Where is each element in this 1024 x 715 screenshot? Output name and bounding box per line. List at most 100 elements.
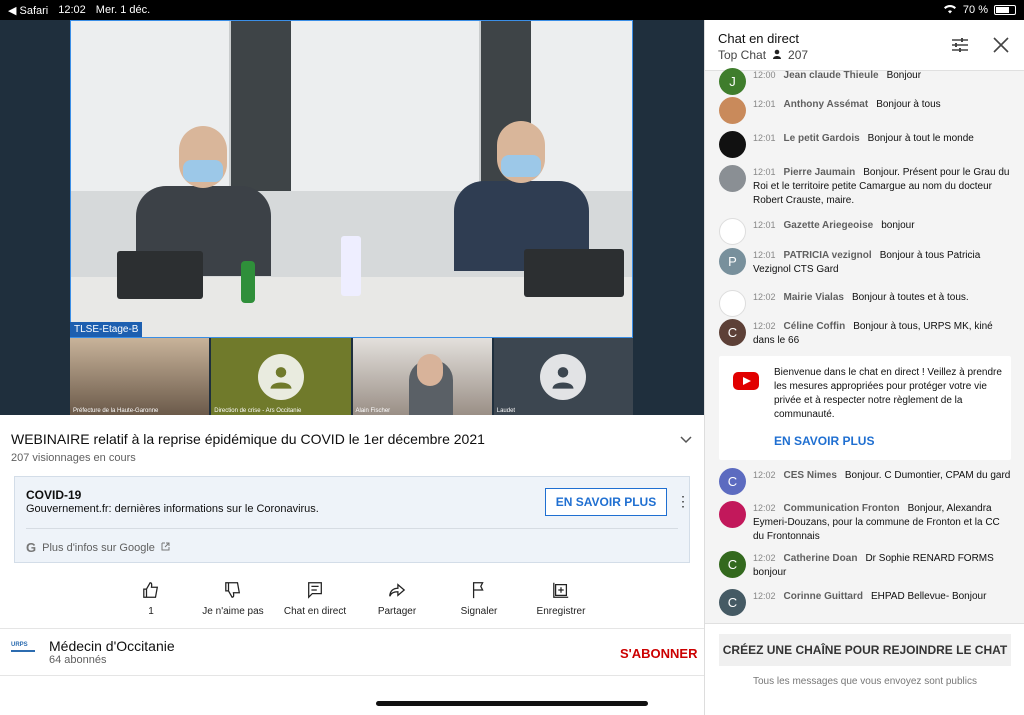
message-author[interactable]: PATRICIA vezignol bbox=[784, 250, 872, 261]
message-text: Bonjour bbox=[886, 70, 922, 81]
message-author[interactable]: Pierre Jaumain bbox=[784, 167, 856, 178]
message-body: 12:02 Céline Coffin Bonjour à tous, URPS M… bbox=[753, 319, 1013, 348]
person-icon bbox=[772, 48, 782, 62]
chat-message[interactable]: C 12:02 Catherine Doan Dr Sophie RENARD FOR… bbox=[719, 551, 1013, 580]
like-count: 1 bbox=[148, 606, 154, 617]
like-button[interactable]: 1 bbox=[110, 581, 192, 617]
message-author[interactable]: Corinne Guittard bbox=[784, 591, 863, 602]
channel-name[interactable]: Médecin d'Occitanie bbox=[49, 638, 175, 654]
message-body: 12:02 Mairie Vialas Bonjour à toutes et à … bbox=[753, 290, 969, 317]
dislike-button[interactable]: Je n'aime pas bbox=[192, 581, 274, 617]
thumb-down-icon bbox=[225, 582, 241, 598]
channel-logo-text: URPS bbox=[11, 642, 28, 648]
notice-learn-more-link[interactable]: EN SAVOIR PLUS bbox=[774, 434, 874, 448]
message-body: 12:01 PATRICIA vezignol Bonjour à tous Pat… bbox=[753, 248, 1013, 277]
message-time: 12:01 bbox=[753, 250, 776, 260]
message-author[interactable]: Céline Coffin bbox=[784, 321, 846, 332]
message-author[interactable]: Jean claude Thieule bbox=[784, 70, 879, 81]
message-author[interactable]: Communication Fronton bbox=[784, 503, 900, 514]
public-messages-note: Tous les messages que vous envoyez sont … bbox=[752, 676, 977, 687]
chat-message[interactable]: P 12:01 PATRICIA vezignol Bonjour à tous Pa… bbox=[719, 248, 1013, 277]
message-author[interactable]: Mairie Vialas bbox=[784, 292, 844, 303]
participant-thumbnail[interactable]: Alain Fischer bbox=[352, 338, 492, 415]
chat-message[interactable]: 12:01 Le petit Gardois Bonjour à tout le m… bbox=[719, 131, 1013, 158]
chat-message[interactable]: 12:01 Gazette Ariegeoise bonjour bbox=[719, 218, 1013, 245]
subscribe-button[interactable]: S'ABONNER bbox=[620, 646, 698, 661]
external-link-icon bbox=[161, 542, 170, 554]
video-player[interactable]: TLSE-Etage-B Préfecture de la Haute-Garo… bbox=[0, 20, 704, 415]
participant-name: Préfecture de la Haute-Garonne bbox=[73, 408, 159, 414]
live-chat-label: Chat en direct bbox=[283, 606, 347, 617]
chat-message[interactable]: C 12:02 CES Nimes Bonjour. C Dumontier, CPA… bbox=[719, 468, 1013, 495]
participant-name: Laudet bbox=[496, 408, 516, 414]
google-icon: G bbox=[26, 540, 37, 555]
author-avatar[interactable]: C bbox=[719, 319, 746, 346]
author-avatar[interactable]: C bbox=[719, 551, 746, 578]
author-avatar[interactable] bbox=[719, 97, 746, 124]
save-button[interactable]: Enregistrer bbox=[520, 581, 602, 617]
battery-percent: 70 % bbox=[962, 4, 988, 16]
google-info-link[interactable]: G Plus d'infos sur Google bbox=[26, 540, 170, 555]
message-time: 12:02 bbox=[753, 503, 776, 513]
message-time: 12:00 bbox=[753, 70, 776, 80]
message-body: 12:01 Pierre Jaumain Bonjour. Présent pour… bbox=[753, 165, 1013, 208]
message-body: 12:01 Gazette Ariegeoise bonjour bbox=[753, 218, 915, 245]
message-author[interactable]: CES Nimes bbox=[784, 470, 837, 481]
chat-title: Chat en direct bbox=[718, 31, 799, 46]
message-time: 12:01 bbox=[753, 220, 776, 230]
home-indicator[interactable] bbox=[376, 701, 648, 706]
main-feed-label: TLSE-Etage-B bbox=[70, 322, 143, 337]
more-options-icon[interactable]: ⋮ bbox=[676, 493, 690, 510]
message-author[interactable]: Le petit Gardois bbox=[784, 133, 860, 144]
create-channel-button[interactable]: CRÉEZ UNE CHAÎNE POUR REJOINDRE LE CHAT bbox=[719, 634, 1011, 666]
covid-card-heading: COVID-19 bbox=[26, 488, 82, 502]
author-avatar[interactable]: P bbox=[719, 248, 746, 275]
channel-row[interactable]: URPS Médecin d'Occitanie 64 abonnés bbox=[11, 638, 175, 666]
chat-message[interactable]: 12:01 Pierre Jaumain Bonjour. Présent pour… bbox=[719, 165, 1013, 208]
wifi-icon bbox=[943, 4, 957, 17]
author-avatar[interactable]: C bbox=[719, 468, 746, 495]
author-avatar[interactable]: J bbox=[719, 68, 746, 95]
author-avatar[interactable] bbox=[719, 501, 746, 528]
chat-footer: CRÉEZ UNE CHAÎNE POUR REJOINDRE LE CHAT … bbox=[705, 623, 1024, 715]
message-time: 12:02 bbox=[753, 321, 776, 331]
back-to-app-link[interactable]: ◀ Safari bbox=[8, 4, 48, 17]
participant-thumbnail[interactable]: Laudet bbox=[493, 338, 633, 415]
message-author[interactable]: Gazette Ariegeoise bbox=[784, 220, 874, 231]
message-body: 12:02 Communication Fronton Bonjour, Alexa… bbox=[753, 501, 1013, 544]
author-avatar[interactable] bbox=[719, 218, 746, 245]
chat-message[interactable]: 12:02 Communication Fronton Bonjour, Alexa… bbox=[719, 501, 1013, 544]
author-avatar[interactable] bbox=[719, 131, 746, 158]
chat-message[interactable]: J 12:00 Jean claude Thieule Bonjour bbox=[719, 68, 1013, 95]
chat-message[interactable]: C 12:02 Céline Coffin Bonjour à tous, URPS … bbox=[719, 319, 1013, 348]
message-text: Bonjour à toutes et à tous. bbox=[851, 292, 969, 303]
participant-thumbnail[interactable]: Direction de crise - Ars Occitanie bbox=[211, 338, 351, 415]
report-button[interactable]: Signaler bbox=[438, 581, 520, 617]
message-author[interactable]: Anthony Assémat bbox=[784, 99, 869, 110]
close-icon[interactable] bbox=[992, 36, 1010, 54]
share-icon bbox=[389, 583, 406, 597]
message-time: 12:01 bbox=[753, 167, 776, 177]
channel-logo[interactable]: URPS bbox=[11, 642, 35, 662]
live-chat-button[interactable]: Chat en direct bbox=[274, 581, 356, 617]
message-text: Bonjour à tous bbox=[876, 99, 941, 110]
report-label: Signaler bbox=[460, 606, 498, 617]
video-title: WEBINAIRE relatif à la reprise épidémiqu… bbox=[11, 431, 485, 447]
chat-filter-dropdown[interactable]: Top Chat 207 bbox=[718, 48, 808, 62]
author-avatar[interactable] bbox=[719, 165, 746, 192]
chat-message[interactable]: 12:02 Mairie Vialas Bonjour à toutes et à … bbox=[719, 290, 1013, 317]
chat-message[interactable]: C 12:02 Corinne Guittard EHPAD Bellevue- Bo… bbox=[719, 589, 1013, 616]
message-author[interactable]: Catherine Doan bbox=[784, 553, 858, 564]
chat-icon bbox=[308, 582, 322, 599]
message-time: 12:02 bbox=[753, 553, 776, 563]
chat-message[interactable]: 12:01 Anthony Assémat Bonjour à tous bbox=[719, 97, 1013, 124]
settings-sliders-icon[interactable] bbox=[951, 36, 969, 54]
share-button[interactable]: Partager bbox=[356, 581, 438, 617]
learn-more-button[interactable]: EN SAVOIR PLUS bbox=[545, 488, 667, 516]
author-avatar[interactable] bbox=[719, 290, 746, 317]
video-info-panel: WEBINAIRE relatif à la reprise épidémiqu… bbox=[0, 415, 704, 715]
participant-thumbnail[interactable]: Préfecture de la Haute-Garonne bbox=[70, 338, 210, 415]
author-avatar[interactable]: C bbox=[719, 589, 746, 616]
message-text: bonjour bbox=[881, 220, 915, 231]
chevron-down-icon[interactable] bbox=[680, 433, 692, 447]
